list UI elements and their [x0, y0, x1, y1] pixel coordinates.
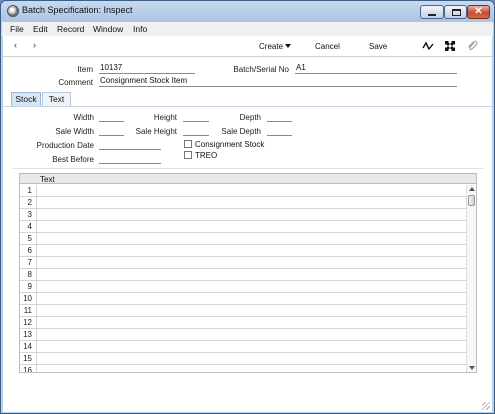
row-number: 4: [20, 221, 37, 232]
close-icon: ✕: [474, 6, 483, 17]
resize-arrows-icon[interactable]: [444, 40, 456, 52]
menu-record[interactable]: Record: [57, 24, 84, 34]
row-number: 9: [20, 281, 37, 292]
matrix-row[interactable]: 8: [20, 269, 467, 281]
matrix-row[interactable]: 16: [20, 365, 467, 372]
row-number: 10: [20, 293, 37, 304]
tab-text[interactable]: Text: [42, 92, 71, 106]
cancel-button[interactable]: Cancel: [315, 42, 340, 51]
menu-file[interactable]: File: [10, 24, 24, 34]
matrix-row[interactable]: 10: [20, 293, 467, 305]
app-icon: [7, 5, 19, 17]
menu-edit[interactable]: Edit: [33, 24, 48, 34]
next-record-button[interactable]: ›: [33, 40, 36, 50]
matrix-row[interactable]: 5: [20, 233, 467, 245]
row-number: 13: [20, 329, 37, 340]
depth-label: Depth: [239, 113, 261, 122]
matrix-row[interactable]: 4: [20, 221, 467, 233]
scroll-up-icon[interactable]: [469, 187, 475, 191]
create-menu-button[interactable]: Create: [259, 42, 292, 51]
record-content: ‹ › Create Cancel Save Item 10137 Batch/…: [3, 36, 492, 412]
maximize-icon: [452, 9, 461, 16]
row-number: 8: [20, 269, 37, 280]
sale-depth-field[interactable]: [267, 125, 292, 136]
batch-serial-label: Batch/Serial No: [233, 65, 289, 74]
row-number: 5: [20, 233, 37, 244]
matrix-row[interactable]: 2: [20, 197, 467, 209]
toolbar: ‹ › Create Cancel Save: [3, 36, 492, 57]
matrix-row[interactable]: 15: [20, 353, 467, 365]
production-date-field[interactable]: [99, 139, 161, 150]
row-number: 11: [20, 305, 37, 316]
row-number: 2: [20, 197, 37, 208]
section-divider: [13, 168, 483, 169]
menu-bar: File Edit Record Window Info: [2, 22, 493, 36]
minimize-button[interactable]: [420, 5, 444, 19]
previous-record-button[interactable]: ‹: [14, 40, 17, 50]
item-field[interactable]: 10137: [99, 63, 195, 74]
scroll-down-icon[interactable]: [469, 366, 475, 370]
batch-serial-field[interactable]: A1: [295, 63, 457, 74]
dropdown-arrow-icon: [285, 44, 292, 48]
save-button[interactable]: Save: [369, 42, 387, 51]
matrix-scrollbar[interactable]: [466, 185, 476, 372]
text-column-header: Text: [40, 175, 55, 184]
production-date-label: Production Date: [36, 141, 94, 150]
title-bar[interactable]: Batch Specification: Inspect ✕: [1, 1, 494, 22]
matrix-row[interactable]: 1: [20, 185, 467, 197]
best-before-field[interactable]: [99, 153, 161, 164]
consignment-stock-checkbox[interactable]: [184, 140, 192, 148]
close-button[interactable]: ✕: [467, 5, 490, 19]
matrix-row[interactable]: 11: [20, 305, 467, 317]
row-number: 12: [20, 317, 37, 328]
matrix-header: Text: [20, 174, 476, 184]
row-number: 7: [20, 257, 37, 268]
consignment-stock-label: Consignment Stock: [195, 140, 265, 149]
sale-depth-label: Sale Depth: [221, 127, 261, 136]
window-title: Batch Specification: Inspect: [22, 5, 133, 15]
width-label: Width: [73, 113, 94, 122]
menu-window[interactable]: Window: [93, 24, 123, 34]
row-number: 16: [20, 365, 37, 372]
tab-divider: [3, 106, 492, 107]
height-label: Height: [153, 113, 177, 122]
row-number: 6: [20, 245, 37, 256]
comment-field[interactable]: Consignment Stock Item: [99, 76, 457, 87]
depth-field[interactable]: [267, 111, 292, 122]
height-field[interactable]: [183, 111, 209, 122]
matrix-row[interactable]: 9: [20, 281, 467, 293]
matrix-row[interactable]: 3: [20, 209, 467, 221]
tab-stock[interactable]: Stock: [11, 92, 41, 106]
maximize-button[interactable]: [444, 5, 467, 19]
scroll-thumb[interactable]: [468, 195, 475, 206]
row-number: 14: [20, 341, 37, 352]
sale-width-field[interactable]: [99, 125, 124, 136]
width-field[interactable]: [99, 111, 124, 122]
matrix-row[interactable]: 7: [20, 257, 467, 269]
matrix-row[interactable]: 13: [20, 329, 467, 341]
sale-height-label: Sale Height: [135, 127, 177, 136]
row-number: 15: [20, 353, 37, 364]
signal-icon[interactable]: [422, 40, 434, 52]
matrix-row[interactable]: 14: [20, 341, 467, 353]
matrix-row[interactable]: 12: [20, 317, 467, 329]
create-label: Create: [259, 42, 284, 51]
best-before-label: Best Before: [52, 155, 94, 164]
row-number: 1: [20, 185, 37, 196]
resize-grip-icon[interactable]: [482, 402, 490, 410]
batch-specification-window: Batch Specification: Inspect ✕ File Edit…: [0, 0, 495, 414]
minimize-icon: [428, 14, 436, 16]
menu-info[interactable]: Info: [133, 24, 147, 34]
sale-height-field[interactable]: [183, 125, 209, 136]
treo-checkbox[interactable]: [184, 151, 192, 159]
treo-label: TREO: [195, 151, 218, 160]
matrix-row[interactable]: 6: [20, 245, 467, 257]
row-number: 3: [20, 209, 37, 220]
comment-label: Comment: [58, 78, 93, 87]
text-matrix: Text 1 2 3 4 5 6 7 8 9 10 11 12 13 14 15…: [19, 173, 477, 373]
attachment-icon[interactable]: [466, 40, 478, 52]
item-label: Item: [77, 65, 93, 74]
sale-width-label: Sale Width: [55, 127, 94, 136]
